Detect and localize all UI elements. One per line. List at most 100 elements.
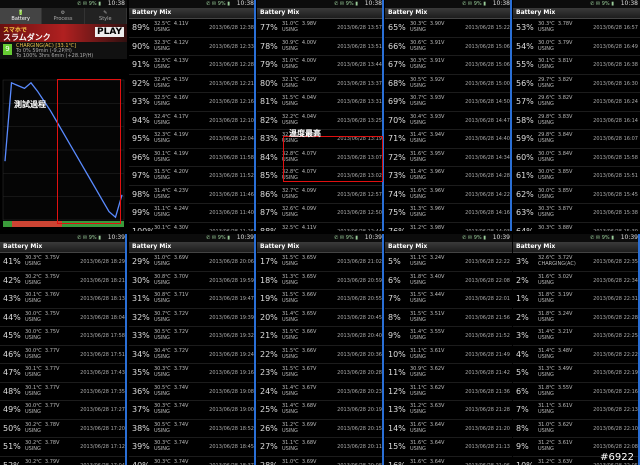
- list-item[interactable]: 27% 31.1℃ 3.68V USING 2013/06/28 20:11: [257, 438, 384, 457]
- list-item[interactable]: 79% 31.0℃ 4.00V USING 2013/06/28 13:44: [257, 56, 384, 75]
- list-item[interactable]: 95% 32.3℃ 4.19V USING 2013/06/28 12:04: [129, 130, 256, 149]
- ad-banner[interactable]: スマホで スラムダンク PLAY: [0, 24, 127, 42]
- list-item[interactable]: 56% 29.7℃ 3.82V USING 2013/06/28 16:30: [513, 75, 640, 93]
- list-item[interactable]: 41% 30.3℃ 3.75V USING 2013/06/28 18:29: [0, 253, 127, 272]
- list-item[interactable]: 5% 31.1℃ 3.24V USING 2013/06/28 22:22: [385, 253, 512, 272]
- list-item[interactable]: 64% 30.3℃ 3.88V USING 2013/06/28 15:30: [513, 223, 640, 232]
- list-item[interactable]: 55% 30.1℃ 3.81V USING 2013/06/28 16:38: [513, 56, 640, 75]
- list-item[interactable]: 90% 32.3℃ 4.12V USING 2013/06/28 12:33: [129, 38, 256, 56]
- list-item[interactable]: 45% 30.0℃ 3.75V USING 2013/06/28 17:58: [0, 327, 127, 346]
- list-item[interactable]: 44% 30.0℃ 3.75V USING 2013/06/28 18:04: [0, 309, 127, 327]
- list-item[interactable]: 38% 30.5℃ 3.74V USING 2013/06/28 18:52: [129, 420, 256, 438]
- list-item[interactable]: 21% 31.5℃ 3.66V USING 2013/06/28 20:40: [257, 327, 384, 346]
- list-item[interactable]: 61% 30.0℃ 3.85V USING 2013/06/28 15:51: [513, 167, 640, 186]
- list-item[interactable]: 80% 32.1℃ 4.02V USING 2013/06/28 13:37: [257, 75, 384, 93]
- list-item[interactable]: 25% 31.4℃ 3.68V USING 2013/06/28 20:19: [257, 401, 384, 420]
- list-item[interactable]: 2% 31.8℃ 3.24V USING 2013/06/28 22:28: [513, 309, 640, 327]
- list-item[interactable]: 36% 30.5℃ 3.74V USING 2013/06/28 19:08: [129, 383, 256, 401]
- list-item[interactable]: 1% 31.8℃ 3.19V USING 2013/06/28 22:31: [513, 290, 640, 309]
- play-button[interactable]: PLAY: [95, 27, 124, 37]
- list-item[interactable]: 29% 31.0℃ 3.69V USING 2013/06/28 20:06: [129, 253, 256, 272]
- tab-style[interactable]: ✎ Style: [85, 8, 127, 24]
- list-item[interactable]: 10% 31.1℃ 3.61V USING 2013/06/28 21:49: [385, 346, 512, 364]
- list-item[interactable]: 87% 32.6℃ 4.09V USING 2013/06/28 12:50: [257, 204, 384, 223]
- list-item[interactable]: 75% 31.3℃ 3.96V USING 2013/06/28 14:16: [385, 204, 512, 223]
- list-item[interactable]: 60% 30.0℃ 3.84V USING 2013/06/28 15:58: [513, 149, 640, 167]
- list-item[interactable]: 14% 31.6℃ 3.64V USING 2013/06/28 21:20: [385, 420, 512, 438]
- list-item[interactable]: 19% 31.5℃ 3.66V USING 2013/06/28 20:55: [257, 290, 384, 309]
- list-item[interactable]: 50% 30.2℃ 3.78V USING 2013/06/28 17:20: [0, 420, 127, 438]
- list-item[interactable]: 67% 30.3℃ 3.91V USING 2013/06/28 15:06: [385, 56, 512, 75]
- list-item[interactable]: 6% 31.8℃ 3.40V USING 2013/06/28 22:08: [385, 272, 512, 290]
- list-item[interactable]: 37% 30.3℃ 3.74V USING 2013/06/28 19:00: [129, 401, 256, 420]
- list-item[interactable]: 94% 32.4℃ 4.17V USING 2013/06/28 12:10: [129, 112, 256, 130]
- list-item[interactable]: 39% 30.3℃ 3.74V USING 2013/06/28 18:45: [129, 438, 256, 457]
- list-item[interactable]: 53% 30.3℃ 3.78V USING 2013/06/28 16:57: [513, 19, 640, 38]
- list-item[interactable]: 46% 30.0℃ 3.77V USING 2013/06/28 17:51: [0, 346, 127, 364]
- list-item[interactable]: 7% 31.5℃ 3.44V USING 2013/06/28 22:01: [385, 290, 512, 309]
- list-item[interactable]: 5% 31.3℃ 3.49V USING 2013/06/28 22:19: [513, 364, 640, 383]
- list-item[interactable]: 3% 31.4℃ 3.21V USING 2013/06/28 22:25: [513, 327, 640, 346]
- list-item[interactable]: 51% 30.2℃ 3.78V USING 2013/06/28 17:12: [0, 438, 127, 457]
- list-item[interactable]: 78% 30.9℃ 4.00V USING 2013/06/28 13:51: [257, 38, 384, 56]
- list-item[interactable]: 66% 30.6℃ 3.91V USING 2013/06/28 15:06: [385, 38, 512, 56]
- list-item[interactable]: 54% 30.0℃ 3.79V USING 2013/06/28 16:49: [513, 38, 640, 56]
- tab-battery[interactable]: 🔋 Battery: [0, 8, 43, 24]
- list-item[interactable]: 98% 31.4℃ 4.23V USING 2013/06/28 11:46: [129, 186, 256, 204]
- list-item[interactable]: 42% 30.2℃ 3.75V USING 2013/06/28 18:21: [0, 272, 127, 290]
- list-item[interactable]: 11% 30.9℃ 3.62V USING 2013/06/28 21:42: [385, 364, 512, 383]
- list-item[interactable]: 34% 30.4℃ 3.72V USING 2013/06/28 19:24: [129, 346, 256, 364]
- list-item[interactable]: 18% 31.3℃ 3.65V USING 2013/06/28 20:59: [257, 272, 384, 290]
- list-item[interactable]: 57% 29.6℃ 3.82V USING 2013/06/28 16:24: [513, 93, 640, 112]
- list-item[interactable]: 7% 31.1℃ 3.61V USING 2013/06/28 22:13: [513, 401, 640, 420]
- list-item[interactable]: 62% 30.0℃ 3.85V USING 2013/06/28 15:45: [513, 186, 640, 204]
- list-item[interactable]: 49% 30.0℃ 3.77V USING 2013/06/28 17:27: [0, 401, 127, 420]
- list-item[interactable]: 86% 32.7℃ 4.09V USING 2013/06/28 12:57: [257, 186, 384, 204]
- list-item[interactable]: 9% 31.4℃ 3.55V USING 2013/06/28 21:52: [385, 327, 512, 346]
- list-item[interactable]: 32% 30.7℃ 3.72V USING 2013/06/28 19:39: [129, 309, 256, 327]
- list-item[interactable]: 24% 31.4℃ 3.67V USING 2013/06/28 20:23: [257, 383, 384, 401]
- list-item[interactable]: 26% 31.2℃ 3.69V USING 2013/06/28 20:15: [257, 420, 384, 438]
- list-item[interactable]: 81% 31.5℃ 4.04V USING 2013/06/28 13:31: [257, 93, 384, 112]
- list-item[interactable]: 76% 31.2℃ 3.98V USING 2013/06/28 14:03: [385, 223, 512, 232]
- list-item[interactable]: 65% 30.3℃ 3.90V USING 2013/06/28 15:22: [385, 19, 512, 38]
- list-item[interactable]: 100%30.1℃ 4.30V USING 2013/06/28 11:26: [129, 223, 256, 232]
- list-item[interactable]: 48% 30.1℃ 3.77V USING 2013/06/28 17:35: [0, 383, 127, 401]
- list-item[interactable]: 47% 30.1℃ 3.77V USING 2013/06/28 17:43: [0, 364, 127, 383]
- list-item[interactable]: 12% 31.1℃ 3.62V USING 2013/06/28 21:36: [385, 383, 512, 401]
- list-item[interactable]: 15% 31.6℃ 3.64V USING 2013/06/28 21:13: [385, 438, 512, 457]
- list-item[interactable]: 30% 30.8℃ 3.70V USING 2013/06/28 19:59: [129, 272, 256, 290]
- list-item[interactable]: 89% 32.5℃ 4.11V USING 2013/06/28 12:38: [129, 19, 256, 38]
- list-item[interactable]: 71% 31.4℃ 3.94V USING 2013/06/28 14:40: [385, 130, 512, 149]
- list-item[interactable]: 13% 31.2℃ 3.63V USING 2013/06/28 21:28: [385, 401, 512, 420]
- list-item[interactable]: 20% 31.4℃ 3.65V USING 2013/06/28 20:45: [257, 309, 384, 327]
- list-item[interactable]: 96% 30.1℃ 4.19V USING 2013/06/28 11:58: [129, 149, 256, 167]
- list-item[interactable]: 70% 30.4℃ 3.93V USING 2013/06/28 14:47: [385, 112, 512, 130]
- list-item[interactable]: 58% 29.8℃ 3.83V USING 2013/06/28 16:14: [513, 112, 640, 130]
- list-item[interactable]: 16%31.6℃ 3.64V USING2013/06/28 21:06: [385, 457, 512, 465]
- list-item[interactable]: 52%30.2℃ 3.79V USING2013/06/28 17:04: [0, 457, 127, 465]
- list-item[interactable]: 22% 31.5℃ 3.66V USING 2013/06/28 20:36: [257, 346, 384, 364]
- list-item[interactable]: 97% 31.5℃ 4.20V USING 2013/06/28 11:52: [129, 167, 256, 186]
- list-item[interactable]: 43% 30.1℃ 3.76V USING 2013/06/28 18:13: [0, 290, 127, 309]
- list-item[interactable]: 2% 31.6℃ 3.02V USING 2013/06/28 22:34: [513, 272, 640, 290]
- list-item[interactable]: 88% 32.5℃ 4.11V USING 2013/06/28 12:44: [257, 223, 384, 232]
- list-item[interactable]: 72% 31.6℃ 3.95V USING 2013/06/28 14:34: [385, 149, 512, 167]
- list-item[interactable]: 40%30.3℃ 3.74V USING2013/06/28 18:37: [129, 457, 256, 465]
- list-item[interactable]: 77% 31.0℃ 3.98V USING 2013/06/28 13:57: [257, 19, 384, 38]
- list-item[interactable]: 17% 31.5℃ 3.65V USING 2013/06/28 21:02: [257, 253, 384, 272]
- list-item[interactable]: 99% 31.1℃ 4.24V USING 2013/06/28 11:40: [129, 204, 256, 223]
- list-item[interactable]: 28%31.0℃ 3.69V USING2013/06/28 20:08: [257, 457, 384, 465]
- list-item[interactable]: 33% 30.5℃ 3.72V USING 2013/06/28 19:32: [129, 327, 256, 346]
- list-item[interactable]: 68% 30.5℃ 3.92V USING 2013/06/28 15:00: [385, 75, 512, 93]
- list-item[interactable]: 8% 31.0℃ 3.62V USING 2013/06/28 22:10: [513, 420, 640, 438]
- list-item[interactable]: 92% 32.4℃ 4.15V USING 2013/06/28 12:21: [129, 75, 256, 93]
- list-item[interactable]: 73% 31.4℃ 3.96V USING 2013/06/28 14:28: [385, 167, 512, 186]
- list-item[interactable]: 93% 32.5℃ 4.16V USING 2013/06/28 12:16: [129, 93, 256, 112]
- list-item[interactable]: 59% 29.8℃ 3.84V USING 2013/06/28 16:07: [513, 130, 640, 149]
- tab-process[interactable]: ⚙ Process: [42, 8, 85, 24]
- list-item[interactable]: 63% 30.3℃ 3.87V USING 2013/06/28 15:38: [513, 204, 640, 223]
- list-item[interactable]: 23% 31.5℃ 3.67V USING 2013/06/28 20:28: [257, 364, 384, 383]
- list-item[interactable]: 31% 30.8℃ 3.71V USING 2013/06/28 19:47: [129, 290, 256, 309]
- list-item[interactable]: 74% 31.6℃ 3.96V USING 2013/06/28 14:22: [385, 186, 512, 204]
